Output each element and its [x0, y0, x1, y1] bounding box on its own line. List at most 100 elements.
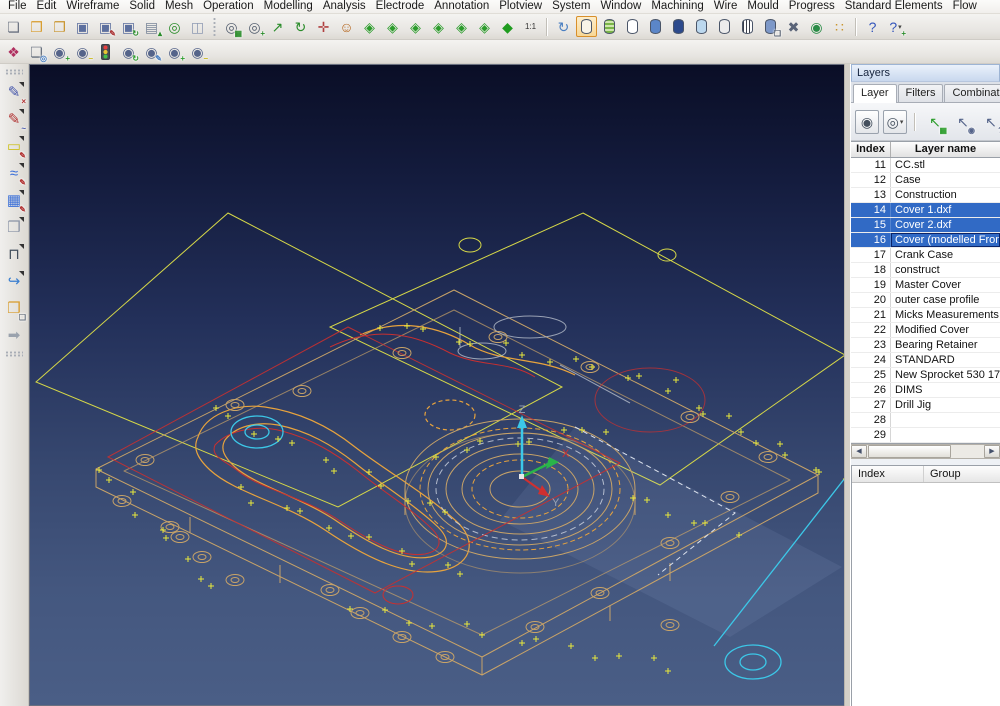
- viewport-3d[interactable]: Z X Y: [29, 64, 844, 706]
- shading-clipboard-icon[interactable]: ❏: [760, 16, 781, 37]
- regen-icon[interactable]: ↻: [290, 16, 311, 37]
- save-icon[interactable]: ▣: [72, 16, 93, 37]
- surface-edit-icon[interactable]: ▦✎: [2, 188, 26, 213]
- print-preview-icon[interactable]: ◎: [164, 16, 185, 37]
- menu-item-plotview[interactable]: Plotview: [494, 0, 547, 13]
- layer-find-button[interactable]: ◎▾: [883, 110, 907, 134]
- select-query-icon[interactable]: ↖?: [979, 110, 1000, 134]
- measure-vector-icon[interactable]: ↗: [267, 16, 288, 37]
- layer-row-20[interactable]: 20outer case profile: [851, 293, 1000, 308]
- layer-row-16[interactable]: 16Cover (modelled From: [851, 233, 1000, 248]
- layer-row-13[interactable]: 13Construction: [851, 188, 1000, 203]
- shading-gouraud-icon[interactable]: [645, 16, 666, 37]
- layer-row-21[interactable]: 21Micks Measurements: [851, 308, 1000, 323]
- shading-flat-icon[interactable]: [714, 16, 735, 37]
- shading-phong-icon[interactable]: [668, 16, 689, 37]
- layer-row-28[interactable]: 28: [851, 413, 1000, 428]
- layer-row-11[interactable]: 11CC.stl: [851, 158, 1000, 173]
- shading-hidden-line-icon[interactable]: [599, 16, 620, 37]
- menu-item-wireframe[interactable]: Wireframe: [61, 0, 124, 13]
- toggle-tools-icon[interactable]: ✖: [783, 16, 804, 37]
- scroll-left-button[interactable]: ◀: [851, 445, 867, 458]
- view-top-icon[interactable]: ◈: [382, 16, 403, 37]
- menu-item-edit[interactable]: Edit: [32, 0, 62, 13]
- zoom-previous-icon[interactable]: ◎+: [244, 16, 265, 37]
- menu-item-machining[interactable]: Machining: [646, 0, 708, 13]
- shading-outline-icon[interactable]: [622, 16, 643, 37]
- web-tools-icon[interactable]: ◉: [806, 16, 827, 37]
- menu-item-solid[interactable]: Solid: [124, 0, 160, 13]
- scroll-track[interactable]: [868, 445, 983, 458]
- menu-item-modelling[interactable]: Modelling: [259, 0, 318, 13]
- import-file-icon[interactable]: ❐: [49, 16, 70, 37]
- layer-row-24[interactable]: 24STANDARD: [851, 353, 1000, 368]
- view-right-icon[interactable]: ◈: [428, 16, 449, 37]
- layer-row-14[interactable]: 14Cover 1.dxf: [851, 203, 1000, 218]
- menu-item-annotation[interactable]: Annotation: [429, 0, 494, 13]
- shading-hatch-icon[interactable]: [737, 16, 758, 37]
- transform-tools-icon[interactable]: ↪: [2, 269, 26, 294]
- shading-transparent-icon[interactable]: [691, 16, 712, 37]
- tab-layer[interactable]: Layer: [853, 84, 897, 103]
- save-copy-icon[interactable]: ▣↻: [118, 16, 139, 37]
- menu-item-wire[interactable]: Wire: [709, 0, 743, 13]
- context-help-icon[interactable]: ?+▾: [885, 16, 906, 37]
- layer-visibility-button[interactable]: ◉: [855, 110, 879, 134]
- layer-row-17[interactable]: 17Crank Case: [851, 248, 1000, 263]
- menu-item-mould[interactable]: Mould: [742, 0, 783, 13]
- zoom-window-icon[interactable]: ◎▦: [221, 16, 242, 37]
- show-entities-icon[interactable]: ◉+: [49, 41, 70, 62]
- wireframe-edit-icon[interactable]: ✎×: [2, 80, 26, 105]
- hide-entities-icon[interactable]: ◉−: [72, 41, 93, 62]
- curve-edit-icon[interactable]: ✎~: [2, 107, 26, 132]
- save-as-icon[interactable]: ▣✎: [95, 16, 116, 37]
- layer-row-29[interactable]: 29: [851, 428, 1000, 443]
- view-front-icon[interactable]: ◈: [405, 16, 426, 37]
- view-solid-icon[interactable]: ◆: [497, 16, 518, 37]
- select-visible-icon[interactable]: ↖◉: [951, 110, 975, 134]
- layer-row-22[interactable]: 22Modified Cover: [851, 323, 1000, 338]
- menu-item-flow[interactable]: Flow: [948, 0, 982, 13]
- group-table-body[interactable]: [852, 483, 1000, 706]
- split-view-icon[interactable]: ◫: [187, 16, 208, 37]
- layer-row-23[interactable]: 23Bearing Retainer: [851, 338, 1000, 353]
- view-left-icon[interactable]: ◈: [451, 16, 472, 37]
- solid-tools-icon[interactable]: ❒: [2, 215, 26, 240]
- column-header-index[interactable]: Index: [851, 142, 891, 157]
- layer-row-26[interactable]: 26DIMS: [851, 383, 1000, 398]
- spline-edit-icon[interactable]: ≈✎: [2, 161, 26, 186]
- layer-row-19[interactable]: 19Master Cover: [851, 278, 1000, 293]
- shaded-face-icon[interactable]: ☺: [336, 16, 357, 37]
- tab-combinations[interactable]: Combinations: [944, 84, 1000, 102]
- select-entities-icon[interactable]: ↖▦: [923, 110, 947, 134]
- view-back-icon[interactable]: ◈: [474, 16, 495, 37]
- hide-all-icon[interactable]: ◉−: [187, 41, 208, 62]
- menu-item-mesh[interactable]: Mesh: [160, 0, 198, 13]
- scroll-thumb[interactable]: [868, 445, 951, 458]
- forward-icon[interactable]: ➡: [2, 323, 26, 348]
- column-header-group-index[interactable]: Index: [852, 466, 924, 482]
- menu-item-window[interactable]: Window: [595, 0, 646, 13]
- shading-wireframe-icon[interactable]: [576, 16, 597, 37]
- snap-points-icon[interactable]: ∷: [829, 16, 850, 37]
- open-file-icon[interactable]: ❒: [26, 16, 47, 37]
- show-all-icon[interactable]: ◉+: [164, 41, 185, 62]
- tab-filters[interactable]: Filters: [898, 84, 944, 102]
- zoom-1to1-icon[interactable]: 1:1: [520, 16, 541, 37]
- view-iso-icon[interactable]: ◈: [359, 16, 380, 37]
- visibility-refresh-icon[interactable]: ◉↻: [118, 41, 139, 62]
- layer-states-icon[interactable]: [95, 41, 116, 62]
- menu-item-electrode[interactable]: Electrode: [371, 0, 430, 13]
- refresh-view-icon[interactable]: ↻: [553, 16, 574, 37]
- entity-color-icon[interactable]: ❖: [3, 41, 24, 62]
- layer-row-27[interactable]: 27Drill Jig: [851, 398, 1000, 413]
- file-document-icon[interactable]: ❒❏: [2, 296, 26, 321]
- column-header-layer-name[interactable]: Layer name: [891, 142, 1000, 157]
- work-plane-icon[interactable]: ✛: [313, 16, 334, 37]
- profile-edit-icon[interactable]: ▭✎: [2, 134, 26, 159]
- dimension-tools-icon[interactable]: ⊓: [2, 242, 26, 267]
- layer-row-12[interactable]: 12Case: [851, 173, 1000, 188]
- column-header-group[interactable]: Group: [924, 466, 1000, 482]
- layer-row-18[interactable]: 18construct: [851, 263, 1000, 278]
- menu-item-analysis[interactable]: Analysis: [318, 0, 371, 13]
